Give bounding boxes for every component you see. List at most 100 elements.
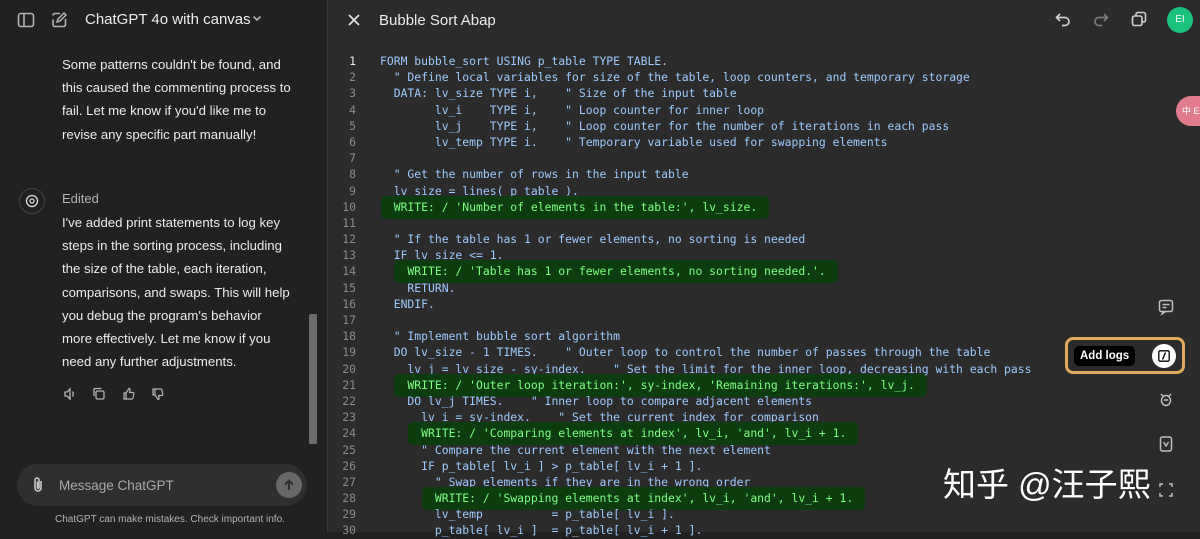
line-number: 30	[342, 523, 356, 538]
code-text: lv_temp = p_table[ lv_i ].	[380, 507, 675, 522]
line-number: 10	[342, 199, 356, 214]
code-text: FORM bubble_sort USING p_table TYPE TABL…	[380, 54, 669, 68]
message-line: Some patterns couldn't be found, and	[62, 57, 281, 72]
message-line: fail. Let me know if you'd like me to	[62, 103, 267, 119]
write-log-statement: WRITE: / 'Swapping elements at index', l…	[380, 491, 854, 506]
code-text: " Get the number of rows in the input ta…	[380, 167, 689, 182]
suggest-edits-icon[interactable]	[1155, 298, 1177, 320]
speaker-icon[interactable]	[62, 386, 78, 402]
line-number: 9	[349, 183, 356, 198]
line-number: 1	[349, 54, 356, 68]
message-line: the size of the table, each iteration,	[62, 261, 267, 277]
copy-icon[interactable]	[91, 386, 107, 402]
watermark-text: 知乎 @汪子熙	[943, 466, 1151, 503]
model-title[interactable]: ChatGPT 4o with canvas	[85, 11, 251, 28]
code-text: " If the table has 1 or fewer elements, …	[380, 232, 806, 247]
message-composer[interactable]: Message ChatGPT	[17, 464, 307, 506]
message-line: I've added print statements to log key	[62, 215, 281, 230]
code-text: DO lv_j TIMES. " Inner loop to compare a…	[380, 393, 813, 408]
message-line: revise any specific part manually!	[62, 126, 257, 142]
code-text: " Define local variables for size of the…	[380, 70, 970, 85]
canvas-title: Bubble Sort Abap	[379, 12, 496, 29]
thumbs-up-icon[interactable]	[121, 386, 137, 402]
write-log-statement: WRITE: / 'Table has 1 or fewer elements,…	[380, 264, 826, 279]
add-logs-tool[interactable]: Add logs	[1065, 337, 1185, 374]
paperclip-icon[interactable]	[31, 476, 45, 498]
write-log-statement: WRITE: / 'Comparing elements at index', …	[380, 426, 847, 441]
line-number: 8	[349, 167, 356, 182]
code-text: " Implement bubble sort algorithm	[380, 329, 621, 344]
send-button[interactable]	[276, 472, 302, 498]
code-text: DATA: lv_size TYPE i, " Size of the inpu…	[380, 86, 737, 101]
edited-label: Edited	[62, 191, 99, 206]
line-number: 12	[342, 232, 356, 247]
line-number: 24	[342, 426, 356, 441]
line-number: 27	[342, 474, 356, 489]
disclaimer-text: ChatGPT can make mistakes. Check importa…	[55, 514, 285, 525]
line-number: 18	[342, 329, 356, 344]
thumbs-down-icon[interactable]	[150, 386, 166, 402]
line-number: 28	[342, 491, 356, 506]
line-number: 25	[342, 442, 356, 457]
write-log-statement: WRITE: / 'Number of elements in the tabl…	[380, 199, 758, 214]
message-line: steps in the sorting process, including	[62, 238, 282, 254]
line-number: 22	[342, 393, 356, 408]
code-text: p_table[ lv_i ] = p_table[ lv_i + 1 ].	[380, 523, 703, 538]
add-logs-icon[interactable]	[1152, 344, 1176, 368]
chat-header: ChatGPT 4o with canvas	[0, 0, 327, 40]
line-number: 15	[342, 280, 356, 295]
code-text: " Compare the current element with the n…	[380, 442, 771, 457]
line-number: 5	[349, 118, 356, 133]
sidebar-toggle-icon[interactable]	[17, 11, 35, 29]
line-number: 29	[342, 507, 356, 522]
message-line: comparisons, and swaps. This will help	[62, 284, 290, 300]
close-icon[interactable]	[346, 9, 362, 34]
line-number: 21	[342, 377, 356, 392]
copy-icon[interactable]	[1130, 10, 1148, 33]
line-number: 14	[342, 264, 356, 279]
new-chat-icon[interactable]	[50, 11, 68, 29]
language-badge[interactable]: 中 EA	[1176, 96, 1200, 126]
line-number: 19	[342, 345, 356, 360]
line-number: 26	[342, 458, 356, 473]
line-number: 4	[349, 102, 356, 117]
line-number: 20	[342, 361, 356, 376]
message-line: you debug the program's behavior	[62, 307, 262, 323]
message-actions	[62, 386, 175, 407]
line-number: 16	[342, 296, 356, 311]
line-number: 2	[349, 70, 356, 85]
code-text: lv_temp TYPE i. " Temporary variable use…	[380, 134, 888, 149]
chatgpt-logo-icon	[19, 188, 45, 214]
message-line: this caused the commenting process to	[62, 80, 291, 96]
code-text: lv_j TYPE i, " Loop counter for the numb…	[380, 118, 950, 133]
assistant-message-1: Some patterns couldn't be found, and thi…	[62, 53, 302, 146]
write-log-statement: WRITE: / 'Outer loop iteration:', sy-ind…	[380, 377, 915, 392]
canvas-panel: Bubble Sort Abap EI 1 FORM bubble_sort US…	[328, 0, 1200, 537]
code-text: IF p_table[ lv_i ] > p_table[ lv_i + 1 ]…	[380, 458, 703, 473]
line-number: 7	[349, 151, 356, 166]
line-number: 17	[342, 313, 356, 327]
code-text: DO lv_size - 1 TIMES. " Outer loop to co…	[380, 345, 991, 360]
redo-icon[interactable]	[1092, 10, 1110, 33]
code-text: lv_i TYPE i, " Loop counter for inner lo…	[380, 102, 765, 117]
line-number: 23	[342, 410, 356, 425]
line-number: 11	[342, 215, 356, 230]
port-language-icon[interactable]	[1155, 435, 1177, 457]
chevron-down-icon[interactable]	[251, 12, 263, 27]
user-avatar[interactable]: EI	[1167, 7, 1193, 33]
line-number: 13	[342, 248, 356, 263]
chat-scrollbar[interactable]	[309, 314, 317, 444]
message-line: need any further adjustments.	[62, 354, 237, 370]
fix-bugs-icon[interactable]	[1155, 390, 1177, 412]
message-line: more effectively. Let me know if you	[62, 331, 271, 347]
undo-icon[interactable]	[1054, 10, 1072, 33]
code-text: ENDIF.	[380, 296, 435, 311]
chat-panel: ChatGPT 4o with canvas Some patterns cou…	[0, 0, 327, 532]
code-text: RETURN.	[380, 280, 456, 295]
assistant-message-2: I've added print statements to log key s…	[62, 211, 302, 373]
line-number: 3	[349, 86, 356, 101]
code-review-icon[interactable]	[1155, 481, 1177, 503]
line-number: 6	[349, 134, 356, 149]
add-logs-tooltip: Add logs	[1074, 346, 1136, 366]
message-input[interactable]: Message ChatGPT	[59, 478, 174, 493]
